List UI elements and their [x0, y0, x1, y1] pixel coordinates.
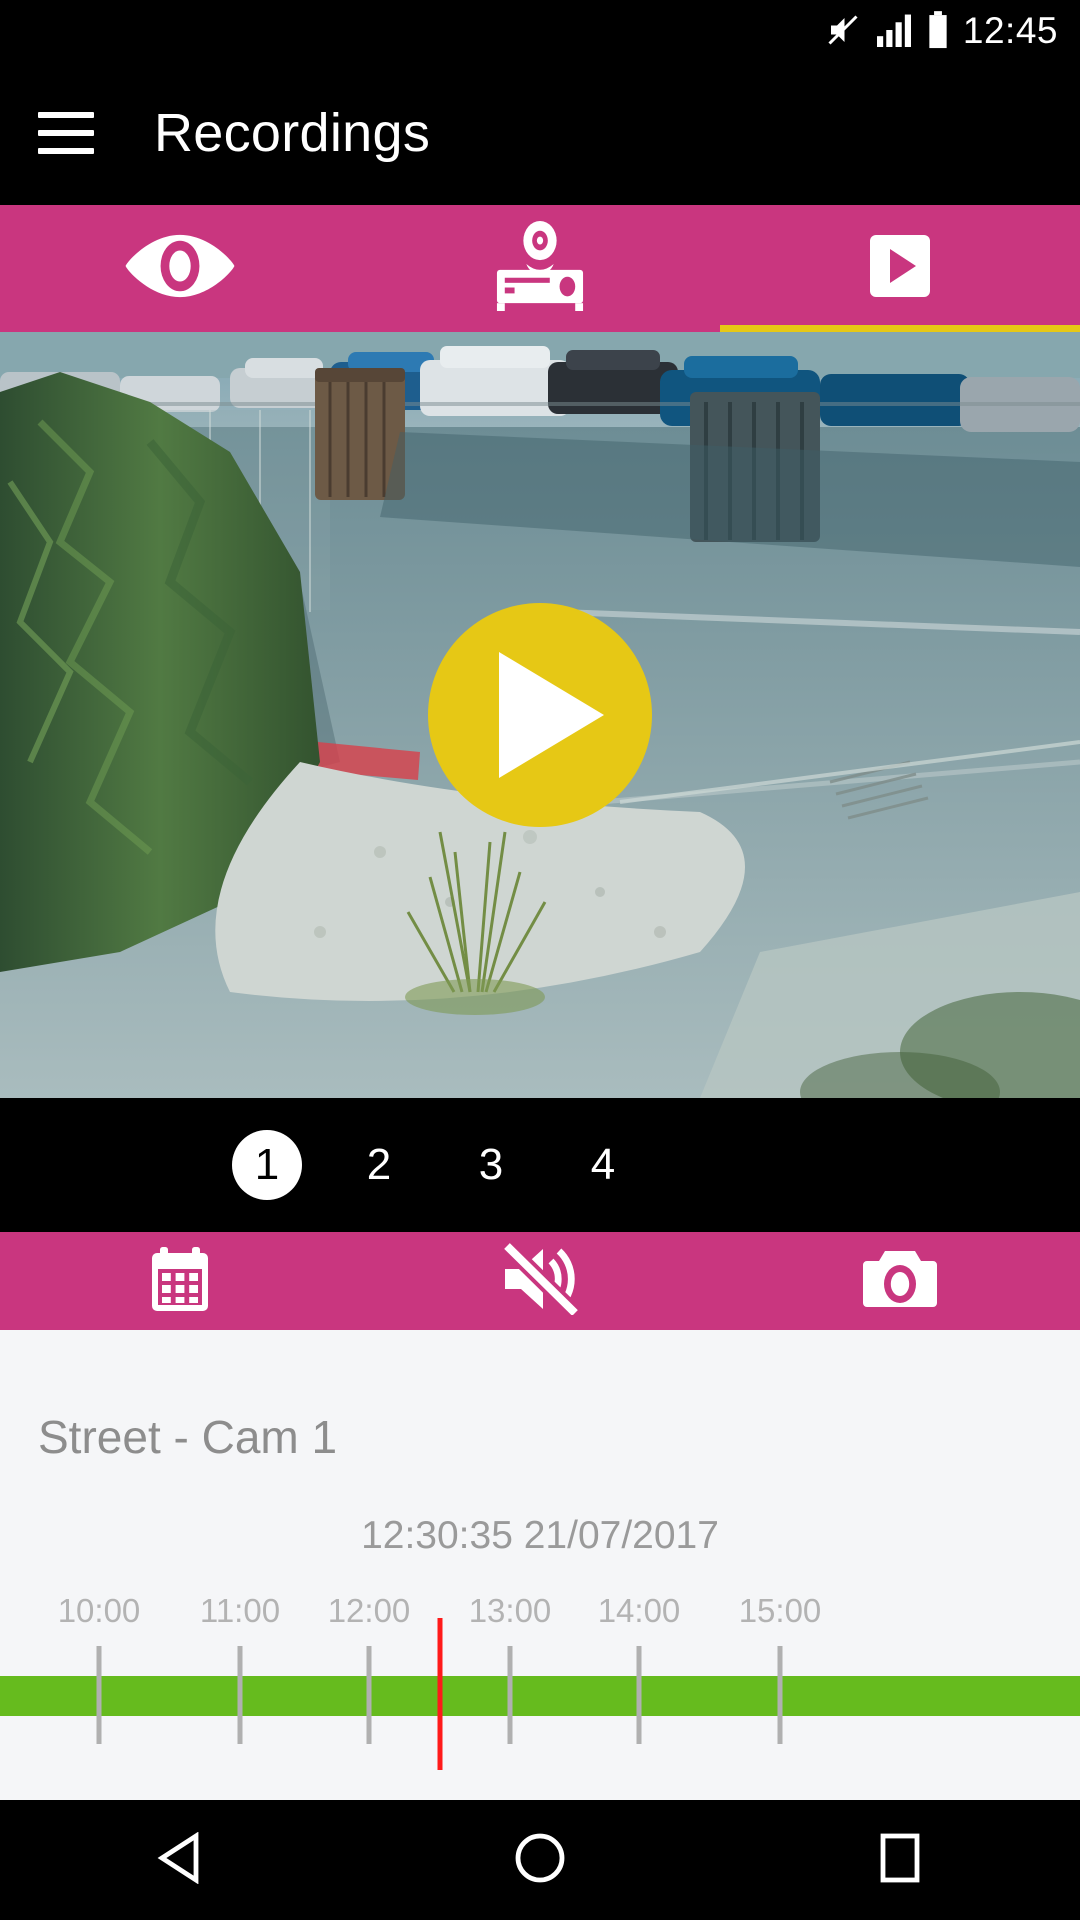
playback-control-bar [0, 1232, 1080, 1330]
play-button-overlay[interactable] [428, 603, 652, 827]
timeline-label-1400: 14:00 [597, 1592, 681, 1629]
timeline-label-1200: 12:00 [327, 1592, 411, 1629]
video-player[interactable] [0, 332, 1080, 1098]
timeline-tick [507, 1646, 513, 1744]
page-dot-3[interactable]: 3 [456, 1130, 526, 1200]
play-triangle-icon [498, 652, 604, 778]
timeline-tick [237, 1646, 243, 1744]
tab-active-indicator [720, 325, 1080, 332]
timeline-label-1000: 10:00 [57, 1592, 141, 1629]
tab-bar [0, 205, 1080, 332]
page-dot-1[interactable]: 1 [232, 1130, 302, 1200]
timeline-playhead[interactable] [437, 1618, 443, 1770]
mute-button[interactable] [360, 1232, 720, 1330]
app-bar: Recordings [0, 60, 1080, 205]
nav-back-button[interactable] [0, 1800, 360, 1920]
timeline-tick [777, 1646, 783, 1744]
page-indicator: 1 2 3 4 [0, 1098, 1080, 1232]
signal-icon [875, 13, 913, 47]
android-navigation-bar [0, 1800, 1080, 1920]
recording-timestamp: 12:30:35 21/07/2017 [361, 1514, 719, 1557]
speaker-muted-icon [499, 1239, 581, 1320]
calendar-button[interactable] [0, 1232, 360, 1330]
nav-recents-button[interactable] [720, 1800, 1080, 1920]
nav-home-button[interactable] [360, 1800, 720, 1920]
calendar-icon [146, 1245, 214, 1318]
dvr-camera-icon [487, 221, 593, 316]
back-triangle-icon [156, 1831, 204, 1889]
snapshot-button[interactable] [720, 1232, 1080, 1330]
page-dot-4[interactable]: 4 [568, 1130, 638, 1200]
camera-icon [861, 1247, 939, 1316]
timeline-tick [96, 1646, 102, 1744]
camera-name-label: Street - Cam 1 [38, 1411, 338, 1463]
tab-devices[interactable] [360, 205, 720, 332]
play-icon [870, 235, 930, 302]
timeline-tick [366, 1646, 372, 1744]
recents-square-icon [877, 1832, 923, 1889]
timeline-recording-track[interactable] [0, 1676, 1080, 1716]
eye-icon [121, 231, 239, 306]
page-dot-2[interactable]: 2 [344, 1130, 414, 1200]
tab-playback[interactable] [720, 205, 1080, 332]
timeline-label-1300: 13:00 [468, 1592, 552, 1629]
tab-live-view[interactable] [0, 205, 360, 332]
hamburger-menu-icon[interactable] [38, 111, 94, 154]
status-bar-clock: 12:45 [962, 9, 1058, 51]
timeline-label-1500: 15:00 [738, 1592, 822, 1629]
recording-timeline[interactable]: 10:00 11:00 12:00 13:00 14:00 15:00 [0, 1586, 1080, 1800]
battery-icon [927, 11, 949, 49]
page-title: Recordings [154, 102, 431, 163]
timeline-label-1100: 11:00 [199, 1592, 281, 1629]
status-bar: 12:45 [0, 0, 1080, 60]
mute-icon [825, 12, 861, 48]
timeline-tick [636, 1646, 642, 1744]
home-circle-icon [514, 1832, 566, 1889]
